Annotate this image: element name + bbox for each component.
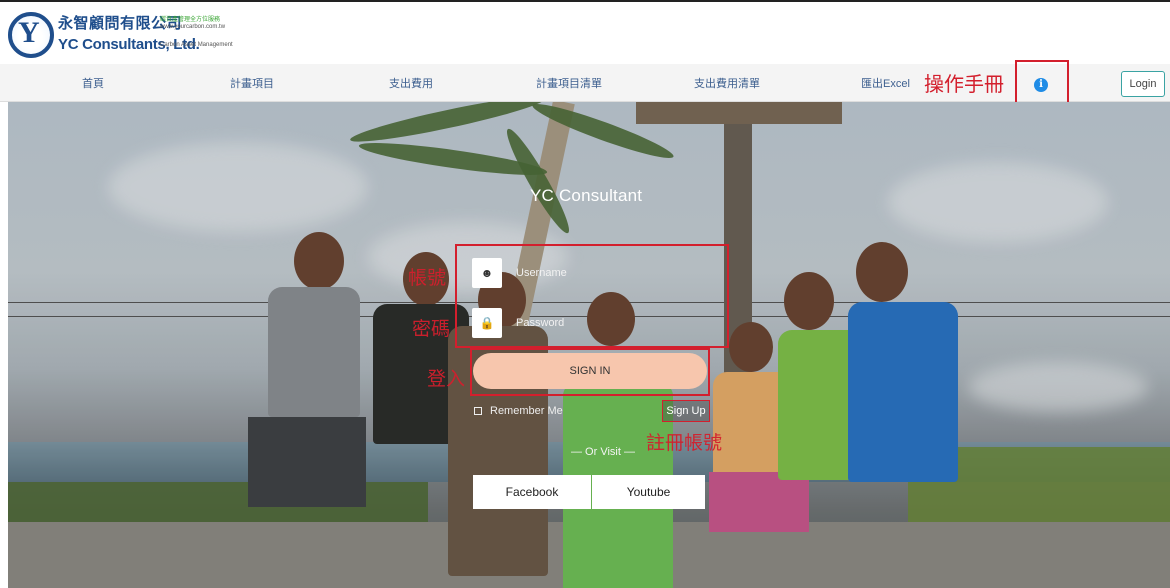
signup-button[interactable]: Sign Up bbox=[662, 400, 710, 422]
logo-y-letter: Y bbox=[18, 16, 40, 49]
nav-item-expenses[interactable]: 支出費用 bbox=[389, 75, 433, 91]
lock-icon: 🔒 bbox=[472, 308, 502, 338]
or-visit-divider: — Or Visit — bbox=[571, 446, 635, 458]
youtube-button[interactable]: Youtube bbox=[592, 475, 705, 509]
nav-item-project-list[interactable]: 計畫項目清單 bbox=[536, 75, 602, 91]
password-annotation: 密碼 bbox=[412, 318, 451, 340]
username-input[interactable] bbox=[512, 258, 712, 288]
nav-item-expense-list[interactable]: 支出費用清單 bbox=[694, 75, 760, 91]
company-logo[interactable]: Y 永智顧問有限公司 YC Consultants, Ltd. 碳資產管理全方位… bbox=[6, 10, 266, 60]
account-annotation: 帳號 bbox=[408, 267, 447, 289]
nav-item-export-excel[interactable]: 匯出Excel bbox=[861, 75, 910, 91]
signin-button[interactable]: SIGN IN bbox=[473, 353, 707, 389]
remember-label: Remember Me bbox=[490, 405, 563, 417]
header: Y 永智顧問有限公司 YC Consultants, Ltd. 碳資產管理全方位… bbox=[0, 0, 1170, 64]
facebook-button[interactable]: Facebook bbox=[473, 475, 591, 509]
nav-item-home[interactable]: 首頁 bbox=[82, 75, 104, 91]
logo-website: www.yourcarbon.com.tw bbox=[160, 24, 226, 30]
login-button[interactable]: Login bbox=[1121, 71, 1165, 97]
logo-subtitle: Carbon Asset Management bbox=[160, 42, 233, 48]
top-nav: 首頁 計畫項目 支出費用 計畫項目清單 支出費用清單 匯出Excel 操作手冊 bbox=[0, 64, 1170, 102]
remember-me[interactable]: Remember Me bbox=[474, 405, 563, 417]
user-icon: ☻ bbox=[472, 258, 502, 288]
password-input[interactable] bbox=[512, 308, 712, 338]
nav-item-projects[interactable]: 計畫項目 bbox=[230, 75, 274, 91]
info-icon[interactable]: i bbox=[1034, 78, 1048, 92]
remember-checkbox[interactable] bbox=[474, 407, 482, 416]
register-annotation: 註冊帳號 bbox=[646, 432, 723, 454]
login-title: YC Consultant bbox=[530, 186, 643, 205]
logo-tagline: 碳資產管理全方位服務 bbox=[160, 17, 221, 23]
manual-annotation: 操作手冊 bbox=[924, 72, 1004, 96]
login-annotation: 登入 bbox=[427, 368, 466, 390]
